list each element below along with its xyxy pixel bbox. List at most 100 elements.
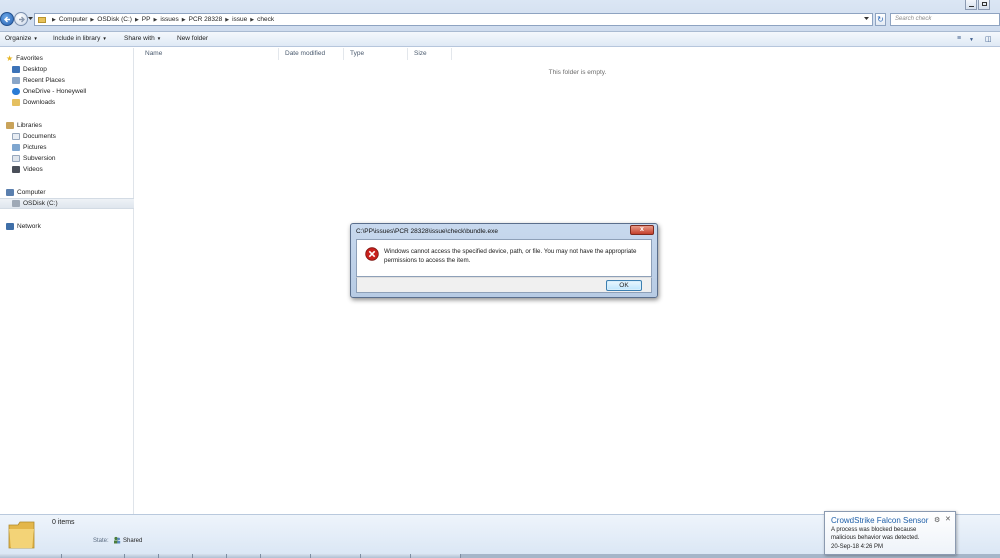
taskbar-button[interactable]	[159, 554, 193, 558]
preview-pane-icon[interactable]: ◫	[985, 35, 992, 43]
breadcrumb-item[interactable]: OSDisk (C:)	[97, 16, 132, 23]
ok-button[interactable]: OK	[606, 280, 642, 291]
empty-folder-message: This folder is empty.	[548, 69, 607, 76]
error-icon	[365, 247, 379, 261]
nav-label: Videos	[23, 166, 43, 173]
chevron-right-icon[interactable]: ▶	[182, 17, 186, 23]
view-options-icon[interactable]: ≡	[957, 35, 961, 42]
taskbar-button[interactable]	[62, 554, 125, 558]
address-dropdown-icon[interactable]	[864, 17, 869, 21]
folder-icon	[38, 16, 46, 23]
taskbar-button[interactable]	[261, 554, 311, 558]
nav-label: Favorites	[16, 55, 43, 62]
include-label: Include in library	[53, 35, 101, 42]
back-button[interactable]	[0, 12, 14, 26]
column-header-date-modified[interactable]: Date modified	[279, 48, 344, 60]
address-bar[interactable]: ▶ Computer ▶ OSDisk (C:) ▶ PP ▶ issues ▶…	[34, 13, 873, 26]
nav-libraries[interactable]: Libraries	[6, 120, 140, 131]
shared-users-icon	[114, 536, 121, 544]
navigation-pane: ★ Favorites Desktop Recent Places OneDri…	[0, 48, 134, 514]
chevron-right-icon[interactable]: ▶	[250, 17, 254, 23]
notification-title: CrowdStrike Falcon Sensor	[831, 516, 929, 525]
settings-icon[interactable]: ⚙	[934, 516, 940, 524]
minimize-button[interactable]	[965, 0, 977, 10]
recent-places-icon	[12, 77, 20, 84]
restore-button[interactable]	[978, 0, 990, 10]
share-label: Share with	[124, 35, 155, 42]
taskbar-button[interactable]	[311, 554, 361, 558]
column-header-name[interactable]: Name	[139, 48, 279, 60]
chevron-down-icon: ▼	[33, 36, 38, 41]
share-with-button[interactable]: Share with ▼	[124, 35, 161, 42]
taskbar-button[interactable]	[227, 554, 261, 558]
nav-label: Documents	[23, 133, 56, 140]
breadcrumb-item[interactable]: PCR 28328	[189, 16, 223, 23]
nav-desktop[interactable]: Desktop	[12, 64, 146, 75]
star-icon: ★	[6, 54, 14, 63]
chevron-down-icon[interactable]: ▼	[969, 37, 974, 43]
breadcrumb: ▶ Computer ▶ OSDisk (C:) ▶ PP ▶ issues ▶…	[49, 16, 274, 23]
nav-label: Recent Places	[23, 77, 65, 84]
breadcrumb-item[interactable]: issues	[160, 16, 178, 23]
nav-osdisk[interactable]: OSDisk (C:)	[0, 198, 134, 209]
downloads-folder-icon	[12, 99, 20, 106]
pictures-icon	[12, 144, 20, 151]
nav-label: Network	[17, 223, 41, 230]
nav-computer[interactable]: Computer	[6, 187, 140, 198]
breadcrumb-item[interactable]: check	[257, 16, 274, 23]
breadcrumb-item[interactable]: Computer	[59, 16, 88, 23]
recent-pages-dropdown-icon[interactable]	[28, 17, 33, 21]
forward-button[interactable]	[14, 12, 28, 26]
window-controls	[964, 0, 990, 10]
dialog-message: Windows cannot access the specified devi…	[384, 248, 637, 264]
column-header-size[interactable]: Size	[408, 48, 452, 60]
chevron-down-icon: ▼	[156, 36, 162, 41]
nav-pictures[interactable]: Pictures	[12, 142, 146, 153]
nav-onedrive[interactable]: OneDrive - Honeywell	[12, 86, 146, 97]
column-header-type[interactable]: Type	[344, 48, 408, 60]
chevron-right-icon[interactable]: ▶	[153, 17, 157, 23]
chevron-right-icon[interactable]: ▶	[52, 17, 56, 23]
item-count: 0 items	[52, 519, 75, 526]
dialog-footer: OK	[356, 277, 652, 293]
forward-arrow-icon	[19, 16, 25, 23]
organize-button[interactable]: Organize ▼	[5, 35, 38, 42]
notification-balloon[interactable]: CrowdStrike Falcon Sensor ⚙ ✕ A process …	[824, 511, 956, 555]
taskbar-button[interactable]	[0, 554, 62, 558]
libraries-icon	[6, 122, 14, 129]
cloud-icon	[12, 88, 20, 95]
chevron-right-icon[interactable]: ▶	[90, 17, 94, 23]
close-icon[interactable]: ✕	[945, 515, 951, 523]
taskbar-button[interactable]	[411, 554, 461, 558]
nav-label: Desktop	[23, 66, 47, 73]
taskbar-button[interactable]	[193, 554, 227, 558]
taskbar-button[interactable]	[125, 554, 159, 558]
breadcrumb-item[interactable]: issue	[232, 16, 247, 23]
nav-label: Subversion	[23, 155, 56, 162]
new-folder-button[interactable]: New folder	[177, 35, 208, 42]
search-input[interactable]: Search check	[890, 13, 1000, 26]
dialog-close-button[interactable]: x	[630, 225, 654, 235]
notification-message: A process was blocked because malicious …	[831, 527, 920, 541]
computer-icon	[6, 189, 14, 196]
chevron-right-icon[interactable]: ▶	[135, 17, 139, 23]
refresh-button[interactable]: ↻	[875, 13, 886, 26]
taskbar-button[interactable]	[361, 554, 411, 558]
chevron-right-icon[interactable]: ▶	[225, 17, 229, 23]
nav-subversion[interactable]: Subversion	[12, 153, 146, 164]
include-in-library-button[interactable]: Include in library ▼	[53, 35, 107, 42]
nav-documents[interactable]: Documents	[12, 131, 146, 142]
network-icon	[6, 223, 14, 230]
back-arrow-icon	[4, 16, 10, 23]
nav-network[interactable]: Network	[6, 221, 140, 232]
desktop-icon	[12, 66, 20, 73]
nav-favorites[interactable]: ★ Favorites	[6, 53, 140, 64]
nav-videos[interactable]: Videos	[12, 164, 146, 175]
state-value: Shared	[123, 538, 143, 544]
nav-label: OSDisk (C:)	[23, 200, 58, 207]
notification-time: 20-Sep-18 4:26 PM	[831, 544, 884, 550]
nav-downloads[interactable]: Downloads	[12, 97, 146, 108]
drive-icon	[12, 200, 20, 207]
nav-recent-places[interactable]: Recent Places	[12, 75, 146, 86]
breadcrumb-item[interactable]: PP	[142, 16, 151, 23]
